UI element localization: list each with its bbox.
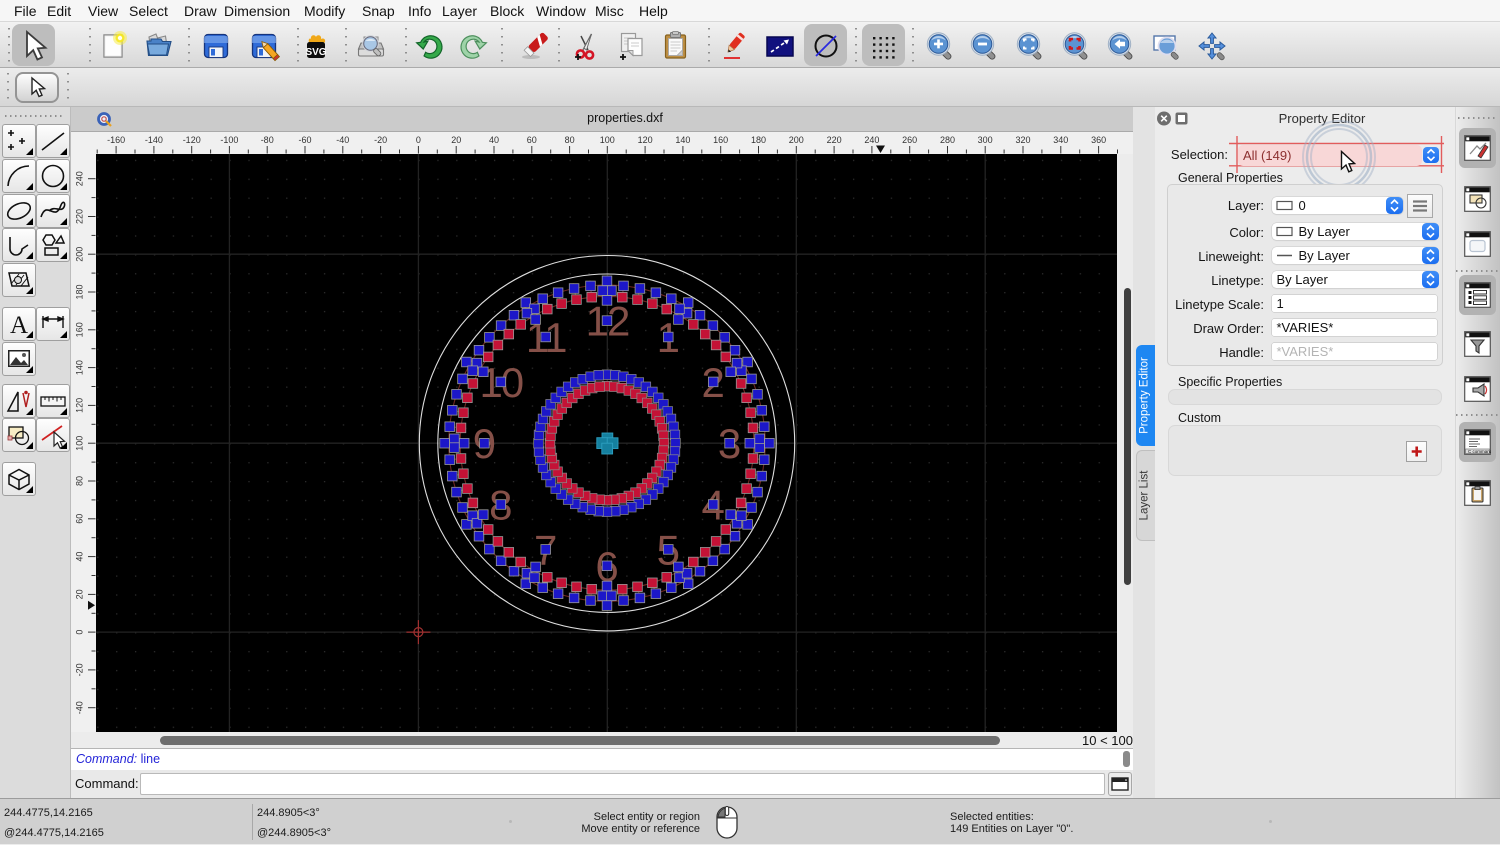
svg-text:60: 60 — [75, 514, 85, 524]
svg-text:C command: C command — [1468, 449, 1491, 454]
svg-text:140: 140 — [75, 360, 85, 375]
svg-text:240: 240 — [75, 171, 85, 186]
svg-text:160: 160 — [75, 322, 85, 337]
svg-text:-100: -100 — [220, 135, 238, 145]
svg-text:40: 40 — [489, 135, 499, 145]
svg-text:20: 20 — [451, 135, 461, 145]
svg-text:100: 100 — [75, 436, 85, 451]
svg-text:340: 340 — [1053, 135, 1068, 145]
svg-text:240: 240 — [864, 135, 879, 145]
svg-text:120: 120 — [638, 135, 653, 145]
svg-text:-140: -140 — [145, 135, 163, 145]
svg-text:100: 100 — [600, 135, 615, 145]
svg-text:140: 140 — [675, 135, 690, 145]
svg-text:200: 200 — [789, 135, 804, 145]
svg-text:280: 280 — [940, 135, 955, 145]
svg-text:-160: -160 — [107, 135, 125, 145]
svg-text:320: 320 — [1015, 135, 1030, 145]
svg-text:260: 260 — [902, 135, 917, 145]
svg-text:180: 180 — [751, 135, 766, 145]
svg-text:60: 60 — [527, 135, 537, 145]
svg-text:40: 40 — [75, 552, 85, 562]
svg-text:160: 160 — [713, 135, 728, 145]
svg-text:-20: -20 — [75, 663, 85, 676]
svg-text:120: 120 — [75, 398, 85, 413]
svg-text:360: 360 — [1091, 135, 1106, 145]
svg-text:300: 300 — [978, 135, 993, 145]
svg-text:-20: -20 — [374, 135, 387, 145]
svg-text:80: 80 — [75, 476, 85, 486]
svg-text:80: 80 — [565, 135, 575, 145]
svg-text:180: 180 — [75, 284, 85, 299]
svg-text:200: 200 — [75, 247, 85, 262]
svg-text:0: 0 — [416, 135, 421, 145]
svg-text:0: 0 — [75, 630, 85, 635]
svg-text:-120: -120 — [183, 135, 201, 145]
svg-text:SVG: SVG — [305, 47, 326, 58]
svg-text:20: 20 — [75, 589, 85, 599]
svg-text:220: 220 — [75, 209, 85, 224]
svg-text:-40: -40 — [75, 701, 85, 714]
svg-text:-60: -60 — [298, 135, 311, 145]
svg-text:-40: -40 — [336, 135, 349, 145]
svg-text:220: 220 — [827, 135, 842, 145]
svg-text:-80: -80 — [261, 135, 274, 145]
